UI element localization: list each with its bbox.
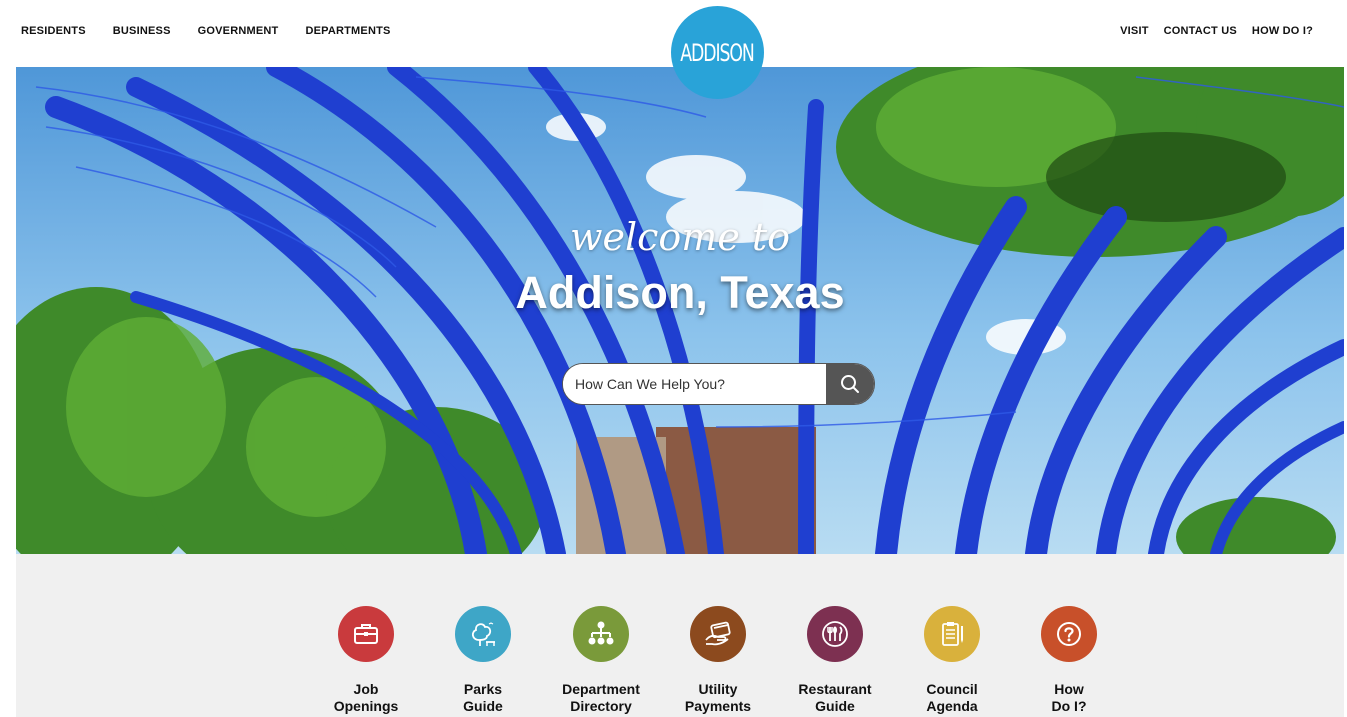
clipboard-icon	[942, 622, 963, 646]
search-icon	[841, 375, 859, 393]
nav-how-do-i[interactable]: HOW DO I?	[1252, 25, 1313, 37]
quick-link-label: Department Directory	[562, 681, 640, 714]
park-bench-tree-icon	[472, 622, 495, 646]
quick-link-label: Parks Guide	[463, 681, 503, 714]
nav-visit[interactable]: VISIT	[1120, 25, 1149, 37]
nav-residents[interactable]: RESIDENTS	[21, 25, 86, 37]
quick-link-job-openings[interactable]: Job Openings	[311, 606, 421, 715]
search-button[interactable]	[826, 364, 874, 404]
search-input[interactable]	[563, 364, 826, 404]
hero-banner: welcome to Addison, Texas	[16, 67, 1344, 554]
quick-link-circle	[690, 606, 746, 662]
secondary-nav: VISIT CONTACT US HOW DO I?	[1105, 25, 1313, 37]
quick-link-label: Restaurant Guide	[798, 681, 872, 714]
org-chart-icon	[588, 621, 614, 645]
quick-link-label: How Do I?	[1051, 681, 1087, 714]
quick-link-utility-payments[interactable]: Utility Payments	[663, 606, 773, 715]
quick-link-label: Council Agenda	[926, 681, 978, 714]
briefcase-icon	[354, 624, 378, 644]
logo-text: ADDISON	[680, 38, 756, 67]
welcome-text: welcome to	[569, 215, 791, 259]
nav-departments[interactable]: DEPARTMENTS	[305, 25, 390, 37]
quick-link-council-agenda[interactable]: Council Agenda	[897, 606, 1007, 715]
quick-link-circle	[455, 606, 511, 662]
site-search	[562, 363, 875, 405]
payment-card-icon	[705, 621, 731, 646]
quick-link-how-do-i[interactable]: How Do I?	[1014, 606, 1124, 715]
quick-link-label: Utility Payments	[684, 681, 752, 714]
addison-logo[interactable]: ADDISON	[671, 6, 764, 99]
hero-title: Addison, Texas	[515, 267, 845, 318]
nav-government[interactable]: GOVERNMENT	[198, 25, 279, 37]
quick-link-circle	[1041, 606, 1097, 662]
quick-link-circle	[338, 606, 394, 662]
question-icon	[1057, 622, 1081, 646]
nav-business[interactable]: BUSINESS	[113, 25, 171, 37]
quick-link-restaurant-guide[interactable]: Restaurant Guide	[780, 606, 890, 715]
quick-link-parks-guide[interactable]: Parks Guide	[428, 606, 538, 715]
quick-link-department-directory[interactable]: Department Directory	[546, 606, 656, 715]
quick-link-circle	[573, 606, 629, 662]
quick-link-circle	[807, 606, 863, 662]
utensils-icon	[822, 621, 848, 647]
nav-contact-us[interactable]: CONTACT US	[1164, 25, 1237, 37]
quick-link-circle	[924, 606, 980, 662]
quick-link-label: Job Openings	[333, 681, 399, 714]
primary-nav: RESIDENTS BUSINESS GOVERNMENT DEPARTMENT…	[21, 25, 418, 37]
quick-links: Job Openings Parks Guide Department Dire…	[16, 554, 1344, 717]
